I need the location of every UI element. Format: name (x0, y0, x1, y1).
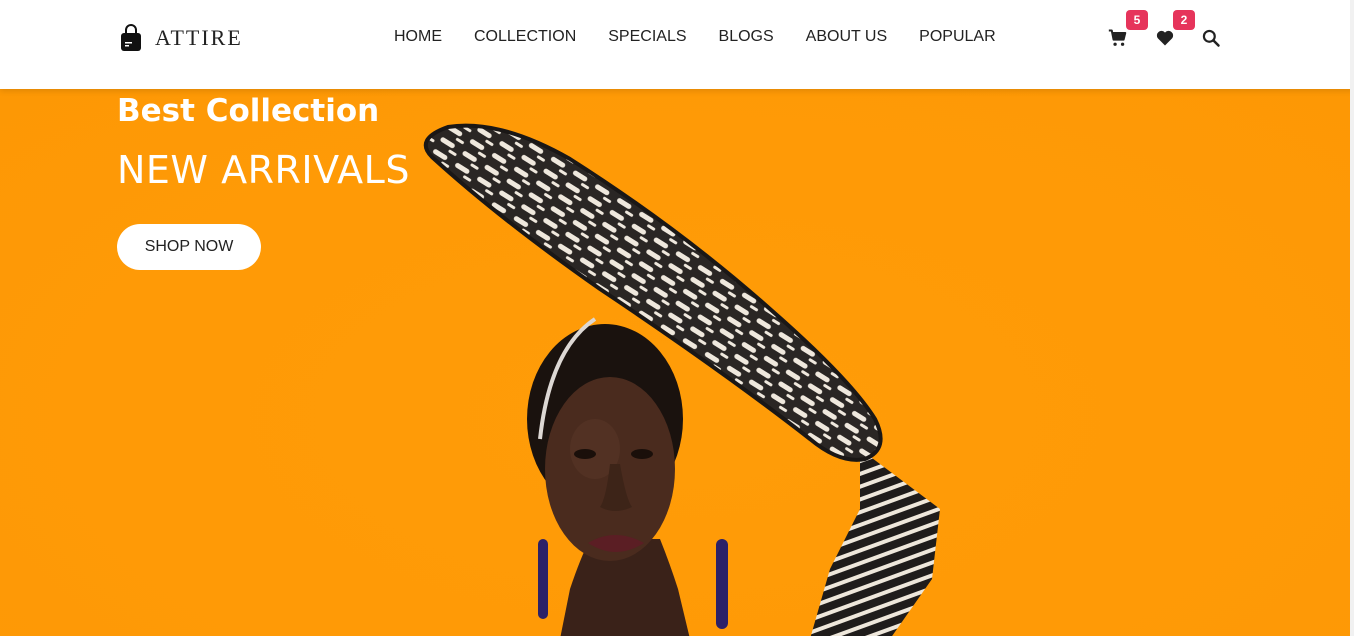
shopping-bag-icon (121, 24, 141, 51)
hero-title: NEW ARRIVALS (117, 148, 410, 192)
heart-icon (1156, 30, 1174, 46)
search-button[interactable] (1199, 26, 1223, 50)
nav-home[interactable]: HOME (378, 27, 458, 47)
brand-name: ATTIRE (155, 25, 243, 50)
search-icon (1202, 29, 1220, 47)
shop-now-button[interactable]: SHOP NOW (117, 224, 261, 270)
wishlist-button[interactable]: 2 (1153, 10, 1195, 50)
brand-logo[interactable]: ATTIRE (120, 24, 243, 52)
nav-about-us[interactable]: ABOUT US (790, 27, 904, 47)
nav-specials[interactable]: SPECIALS (592, 27, 702, 47)
hero-banner: Best Collection NEW ARRIVALS SHOP NOW (0, 89, 1350, 636)
main-nav: HOME COLLECTION SPECIALS BLOGS ABOUT US … (378, 27, 1012, 47)
header-actions: 5 2 (1106, 10, 1226, 52)
page-scrollbar[interactable] (1350, 0, 1354, 636)
hero-model-image (423, 123, 940, 636)
nav-blogs[interactable]: BLOGS (703, 27, 790, 47)
nav-collection[interactable]: COLLECTION (458, 27, 592, 47)
cart-icon (1108, 29, 1127, 46)
cart-count-badge: 5 (1126, 10, 1148, 30)
site-header: ATTIRE HOME COLLECTION SPECIALS BLOGS AB… (0, 0, 1354, 89)
wishlist-count-badge: 2 (1173, 10, 1195, 30)
nav-popular[interactable]: POPULAR (903, 27, 1011, 47)
hero-subtitle: Best Collection (117, 93, 380, 129)
cart-button[interactable]: 5 (1106, 10, 1148, 50)
